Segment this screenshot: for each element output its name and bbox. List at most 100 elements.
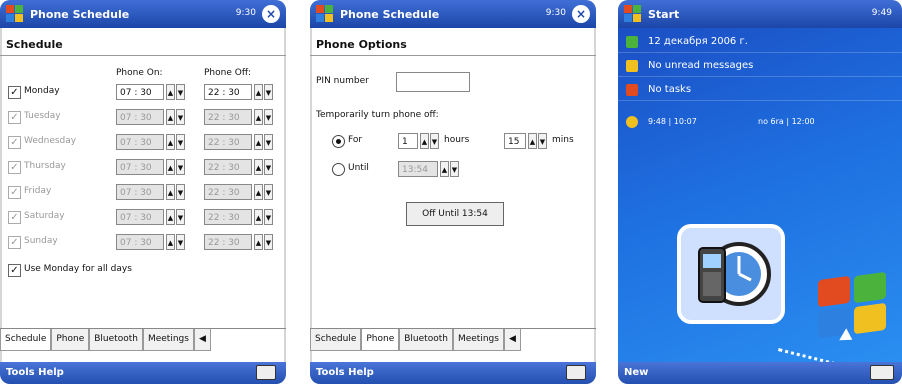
day-checkbox[interactable]: ✓ [8,186,21,199]
spin-down-icon[interactable]: ▼ [538,133,547,149]
spin-up-icon[interactable]: ▲ [254,209,263,225]
off-time-field[interactable]: 22 : 30 [204,234,252,250]
tools-help-menu[interactable]: Tools Help [316,367,374,378]
on-time-field[interactable]: 07 : 30 [116,209,164,225]
spin-up-icon[interactable]: ▲ [254,234,263,250]
schedule-row[interactable]: 9:48 | 10:07 no 6ra | 12:00 [618,112,902,132]
until-radio[interactable] [332,163,345,176]
spin-up-icon[interactable]: ▲ [420,133,429,149]
spin-down-icon[interactable]: ▼ [176,159,185,175]
spin-up-icon[interactable]: ▲ [166,159,175,175]
on-time-field[interactable]: 07 : 30 [116,109,164,125]
day-label: Tuesday [24,111,61,121]
keyboard-icon[interactable] [256,365,276,380]
spin-down-icon[interactable]: ▼ [264,184,273,200]
spin-down-icon[interactable]: ▼ [264,109,273,125]
off-time-field[interactable]: 22 : 30 [204,209,252,225]
on-time-field[interactable]: 07 : 30 [116,84,164,100]
spin-down-icon[interactable]: ▼ [264,134,273,150]
off-time-field[interactable]: 22 : 30 [204,134,252,150]
spin-down-icon[interactable]: ▼ [176,234,185,250]
off-time-field[interactable]: 22 : 30 [204,109,252,125]
spin-up-icon[interactable]: ▲ [254,184,263,200]
mins-field[interactable]: 15 [504,133,526,149]
spin-up-icon[interactable]: ▲ [166,184,175,200]
off-time-field[interactable]: 22 : 30 [204,159,252,175]
close-button[interactable]: × [262,5,280,23]
spin-up-icon[interactable]: ▲ [254,159,263,175]
phone-schedule-app-icon[interactable] [677,224,785,324]
tools-help-menu[interactable]: Tools Help [6,367,64,378]
windows-start-icon[interactable] [316,5,334,23]
today-screen-panel: Start 9:49 12 декабря 2006 г. No unread … [618,0,902,384]
day-checkbox[interactable]: ✓ [8,236,21,249]
until-label: Until [348,163,369,173]
window-title: Start [648,7,680,21]
spin-down-icon[interactable]: ▼ [176,184,185,200]
tab-bluetooth[interactable]: Bluetooth [399,329,453,351]
spin-up-icon[interactable]: ▲ [166,234,175,250]
phone-schedule-panel: Phone Schedule 9:30 × Schedule Phone On:… [0,0,286,384]
day-checkbox[interactable]: ✓ [8,211,21,224]
spin-up-icon[interactable]: ▲ [166,109,175,125]
tab-meetings[interactable]: Meetings [452,329,504,351]
spin-down-icon[interactable]: ▼ [450,161,459,177]
on-time-field[interactable]: 07 : 30 [116,234,164,250]
date-row[interactable]: 12 декабря 2006 г. [618,32,902,53]
spin-up-icon[interactable]: ▲ [166,134,175,150]
spin-down-icon[interactable]: ▼ [264,84,273,100]
temp-off-label: Temporarily turn phone off: [316,110,439,120]
windows-start-icon[interactable] [624,5,642,23]
tab-scroll-left-icon[interactable]: ◀ [193,329,211,351]
spin-down-icon[interactable]: ▼ [176,84,185,100]
spin-up-icon[interactable]: ▲ [254,134,263,150]
tab-phone[interactable]: Phone [361,329,400,351]
tab-bluetooth[interactable]: Bluetooth [89,329,143,351]
day-checkbox[interactable]: ✓ [8,111,21,124]
phone-clock-icon [698,242,771,306]
use-monday-checkbox[interactable]: ✓ [8,264,21,277]
on-time-field[interactable]: 07 : 30 [116,134,164,150]
spin-up-icon[interactable]: ▲ [166,84,175,100]
day-label: Monday [24,86,60,96]
spin-down-icon[interactable]: ▼ [264,209,273,225]
on-time-field[interactable]: 07 : 30 [116,159,164,175]
tab-scroll-left-icon[interactable]: ◀ [503,329,521,351]
keyboard-icon[interactable] [566,365,586,380]
tab-meetings[interactable]: Meetings [142,329,194,351]
off-time-field[interactable]: 22 : 30 [204,84,252,100]
for-radio[interactable] [332,135,345,148]
messages-row[interactable]: No unread messages [618,56,902,77]
phone-options-panel: Phone Schedule 9:30 × Phone Options PIN … [310,0,596,384]
day-checkbox[interactable]: ✓ [8,136,21,149]
day-checkbox[interactable]: ✓ [8,161,21,174]
pin-input[interactable] [396,72,470,92]
spin-up-icon[interactable]: ▲ [528,133,537,149]
new-menu[interactable]: New [624,367,648,378]
spin-down-icon[interactable]: ▼ [430,133,439,149]
spin-up-icon[interactable]: ▲ [440,161,449,177]
tab-phone[interactable]: Phone [51,329,90,351]
until-time-field[interactable]: 13:54 [398,161,438,177]
tab-schedule[interactable]: Schedule [0,329,52,351]
tab-schedule[interactable]: Schedule [310,329,362,351]
off-until-button[interactable]: Off Until 13:54 [406,202,504,226]
spin-down-icon[interactable]: ▼ [176,109,185,125]
spin-down-icon[interactable]: ▼ [264,159,273,175]
spin-down-icon[interactable]: ▼ [264,234,273,250]
windows-start-icon[interactable] [6,5,24,23]
monday-checkbox[interactable]: ✓ [8,86,21,99]
title-bar: Phone Schedule 9:30 × [0,0,286,28]
off-time-field[interactable]: 22 : 30 [204,184,252,200]
spin-down-icon[interactable]: ▼ [176,134,185,150]
spin-down-icon[interactable]: ▼ [176,209,185,225]
spin-up-icon[interactable]: ▲ [254,84,263,100]
tray-icons[interactable] [870,365,894,380]
hours-field[interactable]: 1 [398,133,418,149]
spin-up-icon[interactable]: ▲ [254,109,263,125]
spin-up-icon[interactable]: ▲ [166,209,175,225]
tasks-text: No tasks [648,84,692,95]
close-button[interactable]: × [572,5,590,23]
on-time-field[interactable]: 07 : 30 [116,184,164,200]
tasks-row[interactable]: No tasks [618,80,902,101]
